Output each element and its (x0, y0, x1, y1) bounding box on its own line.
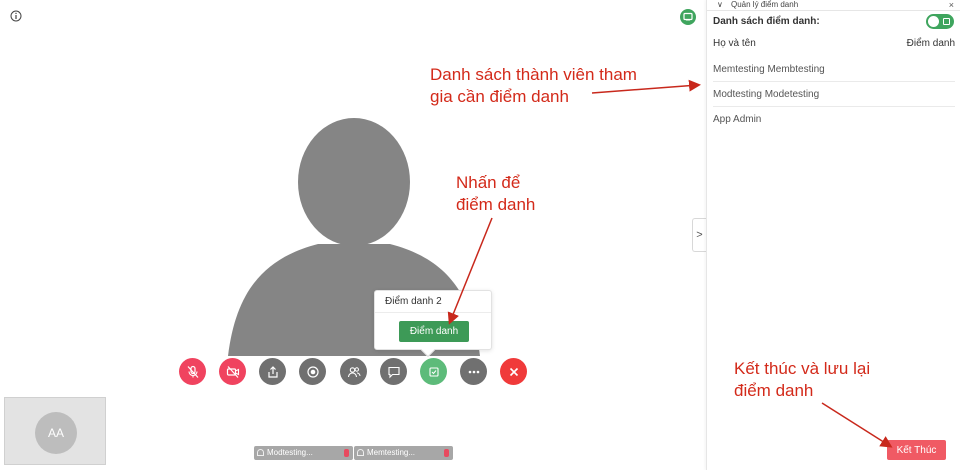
camera-off-button[interactable] (219, 358, 246, 385)
thumbnail-label: Memtesting... (367, 448, 416, 457)
attendance-toggle[interactable] (926, 14, 954, 29)
member-row[interactable]: Memtesting Membtesting (713, 57, 955, 82)
annotation-line: Danh sách thành viên tham (430, 65, 637, 84)
participant-thumbnail[interactable]: Modtesting... (254, 446, 353, 460)
chat-bubble-icon (387, 366, 400, 378)
column-attendance-header: Điểm danh (906, 38, 955, 49)
record-icon (306, 365, 319, 378)
end-call-icon (509, 367, 518, 376)
headphone-icon (257, 449, 264, 456)
column-name-header: Họ và tên (713, 38, 756, 49)
end-call-button[interactable] (500, 358, 527, 385)
annotation-line: điểm danh (456, 195, 536, 214)
share-screen-button[interactable] (259, 358, 286, 385)
chat-icon[interactable] (680, 9, 696, 25)
panel-title: Quản lý điểm danh (731, 0, 799, 9)
headphone-icon (357, 449, 364, 456)
share-icon (267, 365, 278, 378)
thumbnail-label: Modtesting... (267, 448, 313, 457)
panel-collapse-tab[interactable]: > (692, 218, 706, 252)
self-avatar: AA (35, 412, 77, 454)
member-row[interactable]: App Admin (713, 107, 955, 132)
end-annotation: Kết thúc và lưu lại điểm danh (734, 358, 870, 402)
participants-icon (347, 366, 360, 377)
mic-off-icon (187, 365, 198, 378)
record-button[interactable] (299, 358, 326, 385)
close-icon[interactable]: × (949, 0, 954, 10)
camera-off-icon (226, 365, 239, 378)
participant-thumbnail[interactable]: Memtesting... (354, 446, 453, 460)
attendance-icon (428, 366, 439, 377)
toggle-knob (928, 16, 939, 27)
annotation-line: điểm danh (734, 381, 814, 400)
mic-muted-icon (344, 449, 349, 457)
mark-attendance-button[interactable]: Điểm danh (399, 321, 469, 342)
annotation-line: Nhấn để (456, 173, 521, 192)
mic-off-button[interactable] (179, 358, 206, 385)
member-row[interactable]: Modtesting Modetesting (713, 82, 955, 107)
annotation-line: gia cần điểm danh (430, 87, 569, 106)
info-icon[interactable] (10, 10, 22, 22)
attendance-popover: Điểm danh 2 Điểm danh (374, 290, 492, 358)
annotation-line: Kết thúc và lưu lại (734, 359, 871, 378)
column-headers: Họ và tên Điểm danh (713, 38, 955, 49)
attendance-list-label: Danh sách điểm danh: (713, 16, 820, 27)
chevron-down-icon[interactable]: ∨ (717, 0, 723, 10)
end-attendance-button[interactable]: Kết Thúc (887, 440, 946, 460)
more-icon (468, 370, 479, 373)
click-annotation: Nhấn để điểm danh (456, 172, 535, 216)
self-video-tile: AA (4, 397, 106, 465)
participants-button[interactable] (340, 358, 367, 385)
panel-header: ∨ Quản lý điểm danh × (707, 0, 960, 11)
popover-title: Điểm danh 2 (375, 291, 491, 313)
mic-muted-icon (444, 449, 449, 457)
chat-button[interactable] (380, 358, 407, 385)
toggle-icon (943, 18, 950, 25)
more-button[interactable] (460, 358, 487, 385)
members-annotation: Danh sách thành viên tham gia cần điểm d… (430, 64, 637, 108)
attendance-button[interactable] (420, 358, 447, 385)
